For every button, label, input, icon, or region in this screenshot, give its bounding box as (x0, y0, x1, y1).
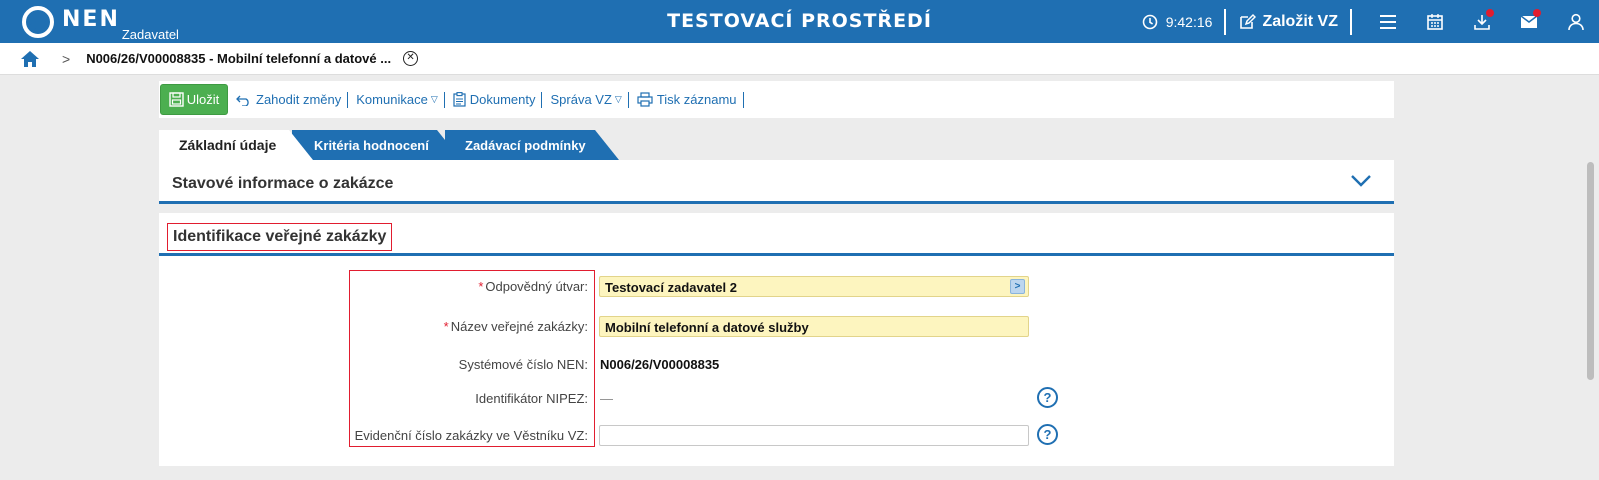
status-info-panel[interactable]: Stavové informace o zakázce (159, 160, 1394, 204)
breadcrumb-separator-icon: > (62, 50, 71, 67)
menu-icon (1379, 14, 1396, 29)
communication-menu[interactable]: Komunikace ▽ (356, 92, 437, 107)
session-clock: 9:42:16 (1142, 13, 1213, 30)
form-row-journal: Evidenční číslo zakázky ve Věstníku VZ: … (159, 424, 1394, 447)
tab-bar: Zadávací podmínky Kritéria hodnocení Zák… (159, 130, 659, 160)
breadcrumb-current[interactable]: N006/26/V00008835 - Mobilní telefonní a … (86, 51, 391, 66)
communication-label: Komunikace (356, 92, 428, 107)
form-row-name: * Název veřejné zakázky: Mobilní telefonn… (159, 316, 1394, 338)
responsible-unit-field[interactable]: Testovací zadavatel 2 > (599, 276, 1029, 297)
tab-procurement-conditions[interactable]: Zadávací podmínky (445, 130, 619, 160)
save-icon (169, 92, 184, 107)
header-actions: 9:42:16 Založit VZ (1142, 0, 1599, 43)
header-divider (1224, 8, 1227, 35)
toolbar-divider (443, 91, 445, 108)
identification-panel: Identifikace veřejné zakázky * Odpovědný … (159, 213, 1394, 466)
print-button[interactable]: Tisk záznamu (637, 92, 737, 107)
discard-changes-label: Zahodit změny (256, 92, 342, 107)
save-button[interactable]: Uložit (160, 84, 228, 115)
status-info-title: Stavové informace o zakázce (172, 175, 394, 192)
form-row-nipez: Identifikátor NIPEZ: — ? (159, 387, 1394, 410)
scrollbar-thumb[interactable] (1587, 162, 1594, 380)
journal-number-input[interactable] (599, 425, 1029, 446)
breadcrumb: > N006/26/V00008835 - Mobilní telefonní … (0, 43, 1599, 75)
tab-label: Základní údaje (179, 137, 277, 153)
home-icon (21, 50, 39, 67)
calendar-icon (1426, 13, 1443, 30)
close-tab-icon[interactable]: ✕ (403, 51, 419, 66)
create-contract-button[interactable]: Založit VZ (1238, 13, 1338, 31)
manage-contract-menu[interactable]: Správa VZ ▽ (550, 92, 621, 107)
toolbar-divider (541, 91, 543, 108)
tab-evaluation-criteria[interactable]: Kritéria hodnocení (292, 130, 461, 160)
required-mark: * (478, 279, 484, 294)
chevron-down-icon[interactable] (1350, 174, 1372, 188)
top-header: NEN Zadavatel TESTOVACÍ PROSTŘEDÍ 9:42:1… (0, 0, 1599, 43)
download-button[interactable] (1458, 0, 1505, 43)
printer-icon (637, 92, 653, 107)
manage-contract-label: Správa VZ (550, 92, 612, 107)
nipez-value: — (600, 391, 613, 406)
identification-header: Identifikace veřejné zakázky (159, 213, 1394, 256)
save-label: Uložit (186, 92, 220, 107)
action-toolbar: Uložit Zahodit změny Komunikace ▽ Dokume… (159, 81, 1394, 118)
system-number-label: Systémové číslo NEN: (458, 357, 588, 372)
form-row-system-number: Systémové číslo NEN: N006/26/V00008835 (159, 354, 1394, 376)
undo-icon (236, 95, 249, 106)
caret-down-icon: ▽ (430, 94, 438, 104)
user-icon (1567, 13, 1584, 30)
logo-subtitle: Zadavatel (121, 27, 179, 42)
toolbar-divider (742, 91, 744, 108)
help-icon[interactable]: ? (1037, 424, 1058, 445)
chevron-right-icon[interactable]: > (1010, 279, 1025, 294)
calendar-button[interactable] (1411, 0, 1458, 43)
user-button[interactable] (1552, 0, 1599, 43)
documents-button[interactable]: Dokumenty (453, 92, 536, 107)
help-icon[interactable]: ? (1037, 387, 1058, 408)
nipez-label: Identifikátor NIPEZ: (475, 391, 588, 406)
toolbar-divider (627, 91, 629, 108)
print-label: Tisk záznamu (656, 92, 737, 107)
menu-button[interactable] (1364, 0, 1411, 43)
tab-label: Kritéria hodnocení (314, 137, 429, 153)
tab-basic-data[interactable]: Základní údaje (159, 130, 313, 160)
form-row-unit: * Odpovědný útvar: Testovací zadavatel 2 … (159, 276, 1394, 298)
responsible-unit-value: Testovací zadavatel 2 (605, 280, 737, 295)
unit-label: * Odpovědný útvar: (478, 279, 588, 294)
name-label-text: Název veřejné zakázky: (450, 319, 588, 334)
notification-dot (1533, 9, 1541, 17)
logo-text: NEN (62, 7, 120, 32)
name-label: * Název veřejné zakázky: (444, 319, 588, 334)
required-mark: * (443, 319, 449, 334)
edit-icon (1240, 13, 1257, 29)
clipboard-icon (453, 92, 466, 107)
unit-label-text: Odpovědný útvar: (485, 279, 588, 294)
create-contract-label: Založit VZ (1262, 12, 1338, 30)
toolbar-divider (347, 91, 349, 108)
documents-label: Dokumenty (469, 92, 536, 107)
journal-number-label: Evidenční číslo zakázky ve Věstníku VZ: (354, 428, 588, 443)
home-button[interactable] (20, 50, 40, 68)
clock-icon (1142, 14, 1158, 29)
header-divider (1350, 8, 1352, 35)
contract-name-value: Mobilní telefonní a datové služby (605, 320, 809, 335)
discard-changes-button[interactable]: Zahodit změny (236, 92, 341, 107)
tab-label: Zadávací podmínky (465, 137, 586, 153)
mail-button[interactable] (1505, 0, 1552, 43)
caret-down-icon: ▽ (614, 94, 622, 104)
nen-logo[interactable]: NEN Zadavatel (22, 4, 179, 42)
identification-title: Identifikace veřejné zakázky (167, 223, 393, 251)
notification-dot (1486, 9, 1494, 17)
clock-time: 9:42:16 (1165, 13, 1213, 30)
contract-name-input[interactable]: Mobilní telefonní a datové služby (599, 316, 1029, 337)
nen-logo-icon (22, 6, 54, 38)
system-number-value: N006/26/V00008835 (600, 357, 720, 372)
